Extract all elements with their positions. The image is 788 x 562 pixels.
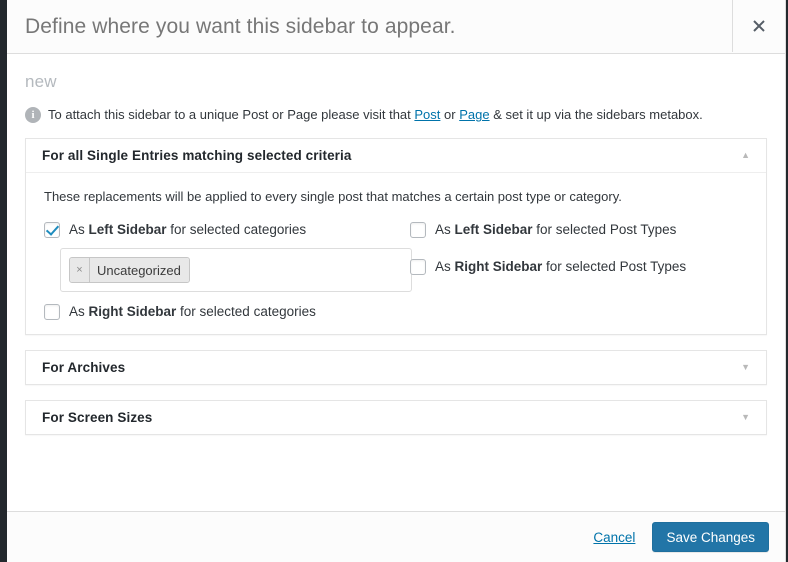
section-archives-title: For Archives bbox=[42, 360, 125, 375]
checkbox-row-right-sidebar-categories[interactable]: As Right Sidebar for selected categories bbox=[44, 304, 408, 320]
screen: Define where you want this sidebar to ap… bbox=[0, 0, 788, 562]
category-tag-input[interactable]: × Uncategorized bbox=[60, 248, 412, 292]
modal-footer: Cancel Save Changes bbox=[7, 511, 785, 562]
label-prefix: As bbox=[69, 222, 89, 237]
modal-header: Define where you want this sidebar to ap… bbox=[7, 0, 785, 54]
section-screen-sizes-title: For Screen Sizes bbox=[42, 410, 152, 425]
label-suffix: for selected Post Types bbox=[542, 259, 686, 274]
section-single-entries-header[interactable]: For all Single Entries matching selected… bbox=[26, 139, 766, 173]
checkbox-left-sidebar-post-types[interactable] bbox=[410, 222, 426, 238]
info-icon: i bbox=[25, 107, 41, 123]
section-archives: For Archives ▼ bbox=[25, 350, 767, 385]
info-text-between: or bbox=[440, 107, 459, 122]
modal-body: new i To attach this sidebar to a unique… bbox=[7, 54, 785, 511]
section-single-entries-body: These replacements will be applied to ev… bbox=[26, 173, 766, 334]
criteria-grid: As Left Sidebar for selected categories … bbox=[44, 222, 748, 320]
label-suffix: for selected categories bbox=[167, 222, 307, 237]
close-icon bbox=[752, 19, 766, 33]
label-prefix: As bbox=[435, 222, 455, 237]
info-notice-text: To attach this sidebar to a unique Post … bbox=[48, 107, 703, 123]
checkbox-row-right-sidebar-post-types[interactable]: As Right Sidebar for selected Post Types bbox=[410, 259, 748, 275]
criteria-column-post-types: As Left Sidebar for selected Post Types … bbox=[408, 222, 748, 320]
label-prefix: As bbox=[435, 259, 455, 274]
sidebar-name-label: new bbox=[25, 54, 767, 92]
cancel-button[interactable]: Cancel bbox=[593, 530, 635, 545]
section-single-entries-title: For all Single Entries matching selected… bbox=[42, 148, 352, 163]
checkbox-row-left-sidebar-post-types[interactable]: As Left Sidebar for selected Post Types bbox=[410, 222, 748, 238]
checkbox-row-left-sidebar-categories[interactable]: As Left Sidebar for selected categories bbox=[44, 222, 408, 238]
save-changes-button[interactable]: Save Changes bbox=[652, 522, 769, 552]
tag-uncategorized: × Uncategorized bbox=[69, 257, 190, 283]
section-single-entries: For all Single Entries matching selected… bbox=[25, 138, 767, 335]
post-link[interactable]: Post bbox=[414, 107, 440, 122]
label-suffix: for selected Post Types bbox=[533, 222, 677, 237]
checkbox-label-left-sidebar-post-types: As Left Sidebar for selected Post Types bbox=[435, 222, 676, 238]
chevron-down-icon[interactable]: ▼ bbox=[741, 363, 750, 372]
sidebar-location-modal: Define where you want this sidebar to ap… bbox=[7, 0, 786, 562]
section-screen-sizes: For Screen Sizes ▼ bbox=[25, 400, 767, 435]
section-screen-sizes-header[interactable]: For Screen Sizes ▼ bbox=[26, 401, 766, 434]
label-prefix: As bbox=[69, 304, 89, 319]
label-strong: Right Sidebar bbox=[89, 304, 177, 319]
checkbox-right-sidebar-post-types[interactable] bbox=[410, 259, 426, 275]
checkbox-label-left-sidebar-categories: As Left Sidebar for selected categories bbox=[69, 222, 306, 238]
tag-label: Uncategorized bbox=[90, 258, 189, 282]
chevron-up-icon[interactable]: ▲ bbox=[741, 151, 750, 160]
page-backdrop-left bbox=[0, 0, 7, 562]
modal-title: Define where you want this sidebar to ap… bbox=[7, 13, 456, 40]
close-button[interactable] bbox=[732, 0, 785, 52]
checkbox-label-right-sidebar-categories: As Right Sidebar for selected categories bbox=[69, 304, 316, 320]
label-strong: Right Sidebar bbox=[455, 259, 543, 274]
label-strong: Left Sidebar bbox=[89, 222, 167, 237]
info-text-before: To attach this sidebar to a unique Post … bbox=[48, 107, 414, 122]
label-suffix: for selected categories bbox=[176, 304, 316, 319]
checkbox-right-sidebar-categories[interactable] bbox=[44, 304, 60, 320]
info-text-after: & set it up via the sidebars metabox. bbox=[490, 107, 703, 122]
checkbox-left-sidebar-categories[interactable] bbox=[44, 222, 60, 238]
checkbox-label-right-sidebar-post-types: As Right Sidebar for selected Post Types bbox=[435, 259, 686, 275]
tag-remove-icon[interactable]: × bbox=[70, 258, 90, 282]
info-notice: i To attach this sidebar to a unique Pos… bbox=[25, 107, 767, 123]
section-archives-header[interactable]: For Archives ▼ bbox=[26, 351, 766, 384]
label-strong: Left Sidebar bbox=[455, 222, 533, 237]
page-link[interactable]: Page bbox=[459, 107, 489, 122]
chevron-down-icon[interactable]: ▼ bbox=[741, 413, 750, 422]
criteria-column-categories: As Left Sidebar for selected categories … bbox=[44, 222, 408, 320]
section-description: These replacements will be applied to ev… bbox=[44, 189, 748, 206]
